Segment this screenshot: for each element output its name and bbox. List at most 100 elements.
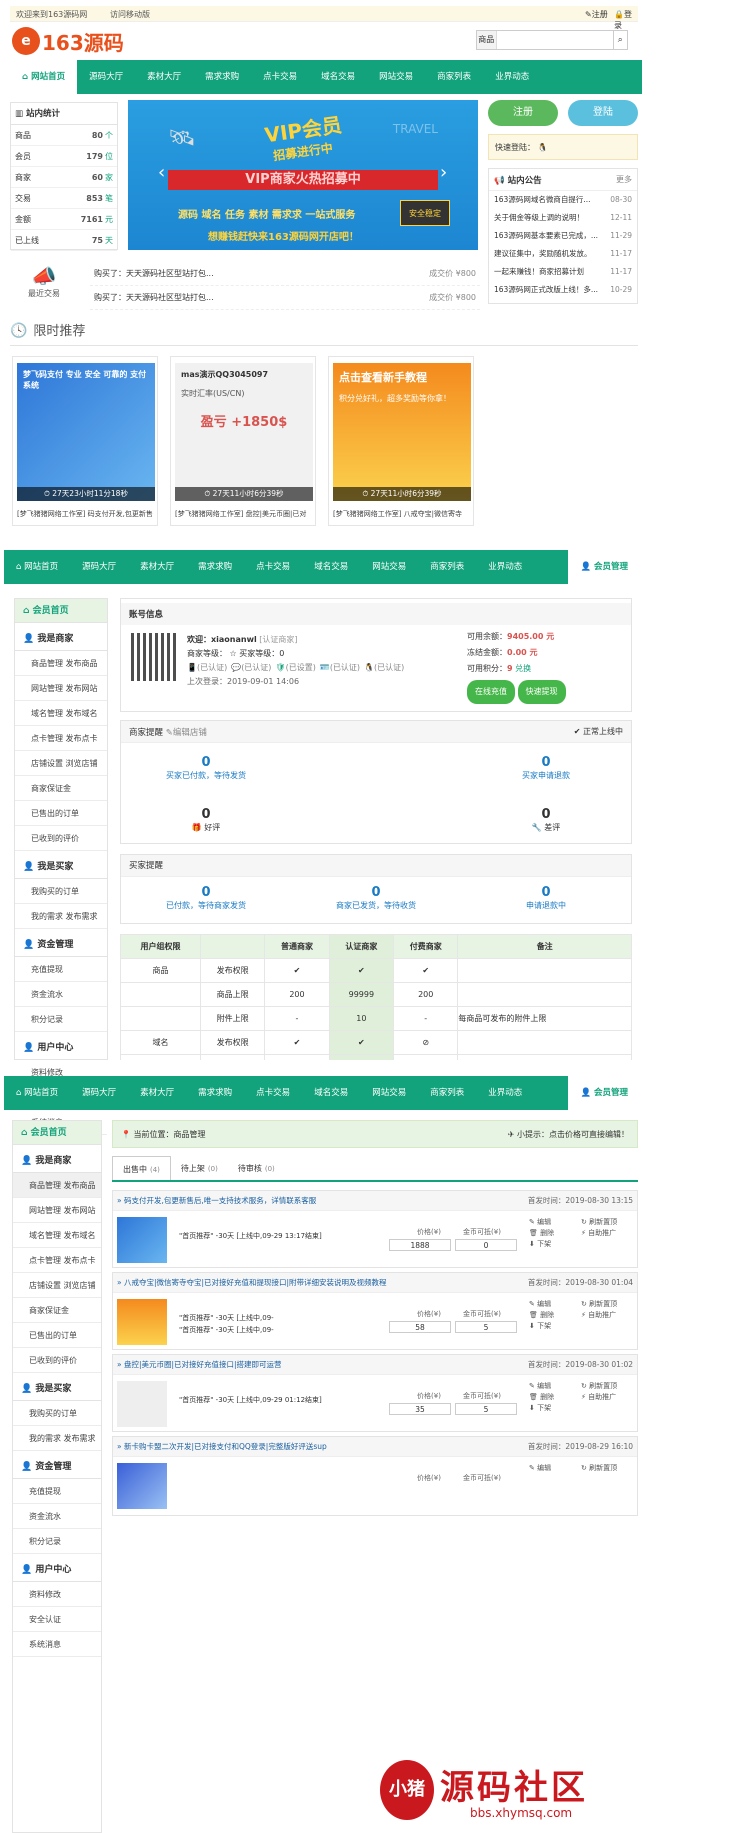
nav-item[interactable]: 源码大厅 (70, 550, 128, 584)
goods-action[interactable]: ↻ 刷新置顶 (581, 1299, 633, 1310)
nav-item[interactable]: 需求求购 (186, 550, 244, 584)
search-button[interactable]: ⌕ (612, 31, 627, 49)
nav-item[interactable]: 商家列表 (425, 60, 483, 94)
goods-action[interactable]: ✎ 编辑 (529, 1381, 581, 1392)
cost-input[interactable]: 0 (455, 1239, 517, 1251)
goods-action[interactable]: ⬇ 下架 (529, 1403, 581, 1414)
goods-tab[interactable]: 待上架 (0) (171, 1156, 228, 1180)
goods-action[interactable]: 🗑 删除 (529, 1228, 581, 1239)
nav-item[interactable]: 点卡交易 (244, 1076, 302, 1110)
notice-item[interactable]: 关于佣金等级上调的说明！ 12-11 (489, 209, 637, 227)
sidebar-item[interactable]: 系统消息 (13, 1632, 101, 1657)
nav-item[interactable]: 素材大厅 (128, 550, 186, 584)
sidebar-item[interactable]: 商家保证金 (15, 776, 107, 801)
goods-title[interactable]: » 盘控|美元币圈|已对接好充值接口|搭建即可运营 (117, 1355, 282, 1374)
sidebar-item[interactable]: 资料修改 (13, 1582, 101, 1607)
goods-action[interactable]: ⚡ 自助推广 (581, 1392, 633, 1403)
sidebar-item[interactable]: 已收到的评价 (13, 1348, 101, 1373)
logo[interactable]: e 163源码 (12, 26, 124, 56)
goods-action[interactable]: ⬇ 下架 (529, 1239, 581, 1250)
limited-card[interactable]: 梦飞码支付 专业 安全 可靠的 支付系统 ⏱ 27天23小时11分18秒 [梦飞猪猪… (12, 356, 158, 526)
nav-item[interactable]: 业界动态 (476, 1076, 534, 1110)
nav-item[interactable]: 源码大厅 (70, 1076, 128, 1110)
goods-tab[interactable]: 待审核 (0) (228, 1156, 285, 1180)
sidebar-item[interactable]: 我的需求 发布需求 (13, 1426, 101, 1451)
stat-good[interactable]: 0 🎁 好评 (161, 807, 251, 833)
register-button[interactable]: 注册 (488, 100, 558, 126)
top-login-link[interactable]: 🔒登录 (614, 9, 638, 31)
limited-card[interactable]: mas演示QQ3045097 实时汇率(US/CN) 盈亏 +1850$ ⏱ 27天1… (170, 356, 316, 526)
nav-item[interactable]: 点卡交易 (244, 550, 302, 584)
nav-item-home[interactable]: ⌂ 网站首页 (10, 60, 78, 94)
vip-banner[interactable]: TRAVEL VIP会员 招募进行中 VIP商家火热招募中 源码 域名 任务 素… (128, 100, 478, 250)
nav-item[interactable]: 网站交易 (360, 1076, 418, 1110)
sidebar-item[interactable]: 点卡管理 发布点卡 (15, 726, 107, 751)
sidebar-item[interactable]: 域名管理 发布域名 (15, 701, 107, 726)
goods-action[interactable]: ↻ 刷新置顶 (581, 1381, 633, 1392)
sidebar-item[interactable]: 网站管理 发布网站 (13, 1198, 101, 1223)
nav-item-member[interactable]: 👤 会员管理 (568, 550, 640, 584)
notice-more-link[interactable]: 更多 (616, 174, 632, 185)
stat-paid[interactable]: 0 买家已付款，等待发货 (161, 755, 251, 781)
withdraw-button[interactable]: 快速提现 (517, 680, 566, 704)
nav-item[interactable]: ⌂ 网站首页 (4, 550, 70, 584)
goods-thumbnail[interactable] (117, 1217, 167, 1263)
nav-item[interactable]: 源码大厅 (77, 60, 135, 94)
sidebar-item[interactable]: 已售出的订单 (15, 801, 107, 826)
buyer-stat[interactable]: 0 申请退款中 (491, 885, 601, 911)
goods-action[interactable]: ✎ 编辑 (529, 1299, 581, 1310)
sidebar-item[interactable]: 充值提现 (13, 1479, 101, 1504)
price-input[interactable]: 1888 (389, 1239, 451, 1251)
sidebar-item[interactable]: 店铺设置 浏览店铺 (15, 751, 107, 776)
nav-item[interactable]: 需求求购 (193, 60, 251, 94)
goods-action[interactable]: ⚡ 自助推广 (581, 1310, 633, 1321)
recharge-button[interactable]: 在线充值 (467, 680, 515, 704)
nav-item[interactable]: 需求求购 (186, 1076, 244, 1110)
nav-item[interactable]: 素材大厅 (128, 1076, 186, 1110)
goods-action[interactable]: 🗑 删除 (529, 1310, 581, 1321)
banner-next-arrow[interactable]: › (440, 162, 447, 183)
recent-row[interactable]: 购买了：天天源码社区型站打包... 成交价 ¥800 (90, 286, 480, 310)
sidebar-item[interactable]: 商品管理 发布商品 (15, 651, 107, 676)
nav-item-member[interactable]: 👤 会员管理 (568, 1076, 640, 1110)
stat-bad[interactable]: 0 🔧 差评 (501, 807, 591, 833)
sidebar-item[interactable]: 资金流水 (15, 982, 107, 1007)
sidebar-item[interactable]: 资金流水 (13, 1504, 101, 1529)
qq-icon[interactable]: 🐧 (538, 143, 548, 152)
goods-action[interactable]: ↻ 刷新置顶 (581, 1463, 633, 1474)
goods-action[interactable]: ✎ 编辑 (529, 1217, 581, 1228)
goods-action[interactable]: ⬇ 下架 (529, 1321, 581, 1332)
nav-item[interactable]: 业界动态 (483, 60, 541, 94)
goods-action[interactable]: ↻ 刷新置顶 (581, 1217, 633, 1228)
nav-item[interactable]: 商家列表 (418, 550, 476, 584)
buyer-stat[interactable]: 0 商家已发货，等待收货 (321, 885, 431, 911)
nav-item[interactable]: ⌂ 网站首页 (4, 1076, 70, 1110)
sidebar-item[interactable]: 域名管理 发布域名 (13, 1223, 101, 1248)
nav-item[interactable]: 域名交易 (302, 1076, 360, 1110)
sidebar-item[interactable]: 我购买的订单 (13, 1401, 101, 1426)
goods-thumbnail[interactable] (117, 1463, 167, 1509)
banner-prev-arrow[interactable]: ‹ (158, 162, 165, 183)
goods-title[interactable]: » 码支付开发,包更新售后,唯一支持技术服务，详情联系客服 (117, 1191, 316, 1210)
notice-item[interactable]: 建议征集中，奖励随机发放。 11-17 (489, 245, 637, 263)
cost-input[interactable]: 5 (455, 1321, 517, 1333)
limited-card[interactable]: 点击查看新手教程 积分兑好礼，超多奖励等你拿！ ⏱ 27天11小时6分39秒 [梦飞猪… (328, 356, 474, 526)
sidebar-item[interactable]: 已售出的订单 (13, 1323, 101, 1348)
exchange-link[interactable]: 兑换 (515, 664, 531, 673)
goods-title[interactable]: » 八戒夺宝|微信寄寺夺宝|已对接好充值和提现接口|附带详细安装说明及视频教程 (117, 1273, 387, 1292)
price-input[interactable]: 35 (389, 1403, 451, 1415)
sidebar-item[interactable]: 充值提现 (15, 957, 107, 982)
notice-item[interactable]: 163源码网正式改版上线！多... 10-29 (489, 281, 637, 299)
price-input[interactable]: 58 (389, 1321, 451, 1333)
stat-refund[interactable]: 0 买家申请退款 (501, 755, 591, 781)
sidebar-item[interactable]: 积分记录 (13, 1529, 101, 1554)
nav-item[interactable]: 网站交易 (367, 60, 425, 94)
sidebar-item[interactable]: 店铺设置 浏览店铺 (13, 1273, 101, 1298)
login-button[interactable]: 登陆 (568, 100, 638, 126)
search-input[interactable] (496, 31, 613, 49)
sidebar-item[interactable]: 点卡管理 发布点卡 (13, 1248, 101, 1273)
sidebar-item[interactable]: 商品管理 发布商品 (13, 1173, 101, 1198)
nav-item[interactable]: 业界动态 (476, 550, 534, 584)
goods-title[interactable]: » 新卡购卡盟二次开发|已对接支付和QQ登录|完整版好评送sup (117, 1437, 327, 1456)
notice-item[interactable]: 163源码网基本要素已完成，... 11-29 (489, 227, 637, 245)
